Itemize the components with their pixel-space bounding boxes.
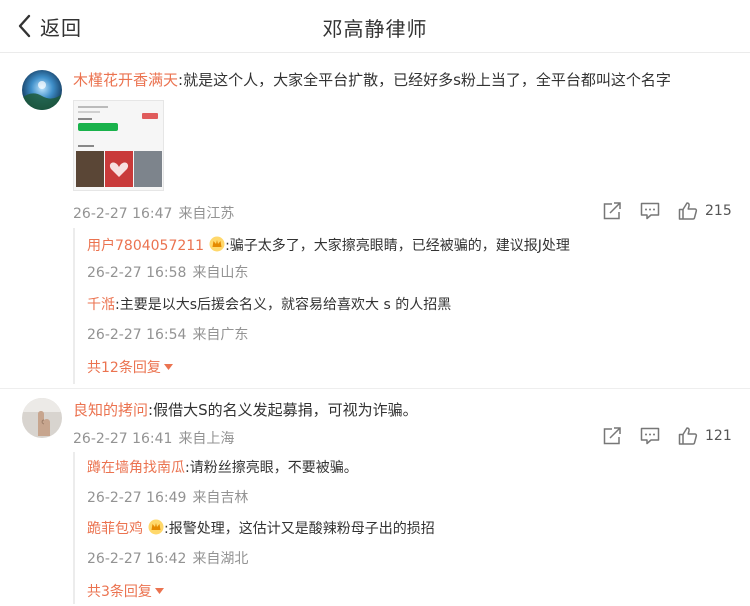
more-replies-label[interactable]: 共12条回复 [87,357,161,377]
top-nav-bar: 返回 邓高静律师 [0,0,750,52]
comment-meta: 26-2-27 16:41 来自上海 [73,428,234,448]
comment-meta: 26-2-27 16:47 来自江苏 [73,203,234,223]
reply-username[interactable]: 千湉 [87,297,115,313]
vip-crown-icon [209,236,225,252]
heart-icon [109,162,129,177]
thumb-red-block [142,113,158,119]
avatar[interactable] [22,70,62,110]
reply-button[interactable] [639,426,661,446]
thumbs-up-icon [678,202,698,220]
comment-divider [0,388,750,389]
reply-text: 千湉:主要是以大s后援会名义，就容易给喜欢大 s 的人招黑 [87,295,451,315]
reply-button[interactable] [639,201,661,221]
like-count: 215 [705,203,732,219]
view-more-replies-link[interactable]: 共3条回复 [87,581,164,601]
vip-crown-icon [148,519,164,535]
more-replies-label[interactable]: 共3条回复 [87,581,152,601]
reply-date: 26-2-27 16:58 [87,265,187,281]
comment-body: 就是这个人，大家全平台扩散，已经好多s粉上当了，全平台都叫这个名字 [183,71,671,89]
avatar[interactable] [22,398,62,438]
view-more-replies-link[interactable]: 共12条回复 [87,357,173,377]
reply-meta: 26-2-27 16:42 来自湖北 [87,548,248,568]
reply-username[interactable]: 蹲在墙角找南瓜 [87,460,185,476]
thumb-line [78,118,92,120]
comment-username[interactable]: 良知的拷问 [73,401,148,419]
reply-date: 26-2-27 16:49 [87,490,187,506]
reply-body: 主要是以大s后援会名义，就容易给喜欢大 s 的人招黑 [119,297,452,313]
reply-date: 26-2-27 16:54 [87,327,187,343]
reply-thread: 用户7804057211:骗子太多了，大家擦亮眼睛，已经被骗的，建议报J处理 2… [73,228,750,384]
share-button[interactable] [601,426,623,446]
reply-date: 26-2-27 16:42 [87,551,187,567]
comment-actions: 215 [601,200,732,222]
comment-icon [640,202,660,220]
comment-date: 26-2-27 16:47 [73,206,173,222]
reply-body: 骗子太多了，大家擦亮眼睛，已经被骗的，建议报J处理 [229,238,570,254]
like-count: 121 [705,428,732,444]
reply-meta: 26-2-27 16:54 来自广东 [87,324,248,344]
thumb-line [78,111,100,113]
reply-username[interactable]: 跪菲包鸡 [87,521,143,537]
caret-down-icon [163,364,173,370]
reply-location: 来自湖北 [192,551,249,567]
share-icon [603,202,621,220]
thumb-photo-2 [105,151,133,187]
reply-username[interactable]: 用户7804057211 [87,238,204,254]
page-title: 邓高静律师 [322,17,428,41]
like-button[interactable]: 121 [677,426,732,446]
comment-location: 来自江苏 [178,206,235,222]
share-button[interactable] [601,201,623,221]
thumb-line [78,145,94,147]
reply-body: 请粉丝擦亮眼，不要被骗。 [189,460,358,476]
avatar-image [22,398,62,438]
share-icon [603,427,621,445]
reply-body: 报警处理，这估计又是酸辣粉母子出的损招 [168,521,435,537]
like-button[interactable]: 215 [677,201,732,221]
caret-down-icon [154,588,164,594]
comment-icon [640,427,660,445]
thumb-photo-3 [134,151,162,187]
thumbs-up-icon [678,427,698,445]
comment-text: 木槿花开香满天:就是这个人，大家全平台扩散，已经好多s粉上当了，全平台都叫这个名… [73,70,671,90]
comment-text: 良知的拷问:假借大S的名义发起募捐，可视为诈骗。 [73,400,418,420]
comment-date: 26-2-27 16:41 [73,431,173,447]
header-divider [0,52,750,53]
reply-thread: 蹲在墙角找南瓜:请粉丝擦亮眼，不要被骗。 26-2-27 16:49 来自吉林 跪… [73,452,750,604]
reply-text: 蹲在墙角找南瓜:请粉丝擦亮眼，不要被骗。 [87,458,358,478]
thumb-green-button [78,123,118,131]
reply-location: 来自广东 [192,327,249,343]
reply-text: 跪菲包鸡:报警处理，这估计又是酸辣粉母子出的损招 [87,519,435,539]
reply-text: 用户7804057211:骗子太多了，大家擦亮眼睛，已经被骗的，建议报J处理 [87,236,570,256]
avatar-image [22,70,62,110]
reply-meta: 26-2-27 16:58 来自山东 [87,262,248,282]
comment-actions: 121 [601,425,732,447]
comment-username[interactable]: 木槿花开香满天 [73,71,178,89]
comment-location: 来自上海 [178,431,235,447]
reply-meta: 26-2-27 16:49 来自吉林 [87,487,248,507]
thumb-line [78,106,108,108]
thumb-photo-1 [76,151,104,187]
reply-location: 来自山东 [192,265,249,281]
comment-body: 假借大S的名义发起募捐，可视为诈骗。 [153,401,418,419]
comment-image-thumbnail[interactable] [73,100,164,191]
reply-location: 来自吉林 [192,490,249,506]
